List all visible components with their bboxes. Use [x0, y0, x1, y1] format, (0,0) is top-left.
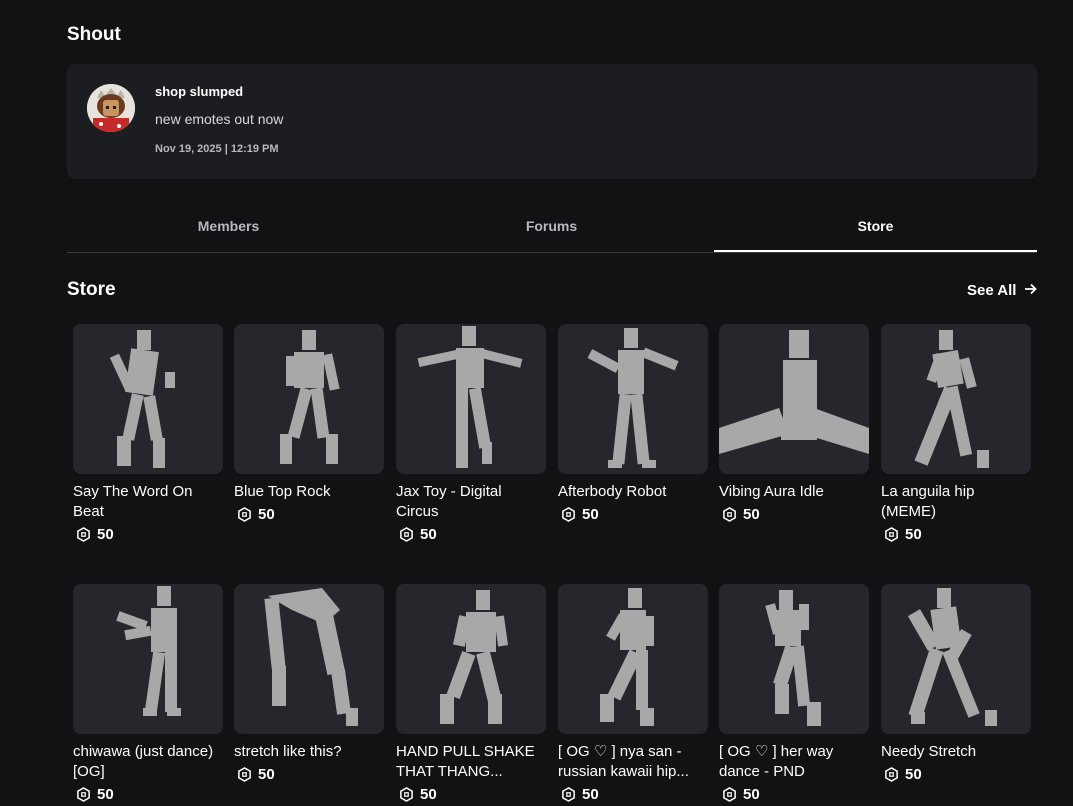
emote-thumbnail[interactable]	[558, 324, 708, 474]
arrow-right-icon	[1024, 282, 1037, 299]
emote-figure-icon	[280, 330, 340, 464]
store-item[interactable]: Vibing Aura Idle 50	[719, 324, 869, 523]
avatar-icon	[87, 84, 135, 132]
shout-username[interactable]: shop slumped	[155, 84, 243, 99]
item-price: 50	[881, 526, 1031, 543]
item-price-value: 50	[582, 506, 599, 523]
item-name[interactable]: Blue Top Rock	[234, 482, 384, 502]
emote-thumbnail[interactable]	[73, 584, 223, 734]
item-price-value: 50	[97, 786, 114, 803]
robux-icon	[722, 507, 737, 522]
item-price: 50	[234, 506, 384, 523]
robux-icon	[561, 507, 576, 522]
item-price-value: 50	[743, 506, 760, 523]
tab-members[interactable]: Members	[67, 208, 390, 252]
store-item[interactable]: Say The Word On Beat 50	[73, 324, 223, 543]
item-name[interactable]: Say The Word On Beat	[73, 482, 223, 522]
store-item[interactable]: Afterbody Robot 50	[558, 324, 708, 523]
robux-icon	[722, 787, 737, 802]
store-item[interactable]: [ OG ♡ ] her way dance - PND 50	[719, 584, 869, 803]
emote-thumbnail[interactable]	[73, 324, 223, 474]
robux-icon	[884, 527, 899, 542]
item-name[interactable]: Jax Toy - Digital Circus	[396, 482, 546, 522]
item-price: 50	[73, 786, 223, 803]
item-price: 50	[73, 526, 223, 543]
emote-thumbnail[interactable]	[881, 584, 1031, 734]
tab-store[interactable]: Store	[714, 208, 1037, 252]
emote-figure-icon	[719, 330, 869, 454]
item-name[interactable]: La anguila hip (MEME)	[881, 482, 1031, 522]
item-price: 50	[719, 506, 869, 523]
robux-icon	[561, 787, 576, 802]
emote-figure-icon	[109, 330, 175, 468]
emote-figure-icon	[765, 590, 821, 726]
item-price-value: 50	[258, 506, 275, 523]
shout-message: new emotes out now	[155, 111, 284, 127]
store-item[interactable]: Jax Toy - Digital Circus 50	[396, 324, 546, 543]
item-name[interactable]: HAND PULL SHAKE THAT THANG...	[396, 742, 546, 782]
group-tabs: Members Forums Store	[67, 208, 1037, 253]
emote-thumbnail[interactable]	[396, 584, 546, 734]
item-name[interactable]: chiwawa (just dance) [OG]	[73, 742, 223, 782]
item-price-value: 50	[97, 526, 114, 543]
shout-card: shop slumped new emotes out now Nov 19, …	[67, 64, 1037, 179]
store-item[interactable]: HAND PULL SHAKE THAT THANG... 50	[396, 584, 546, 803]
robux-icon	[399, 527, 414, 542]
item-price-value: 50	[420, 786, 437, 803]
see-all-link[interactable]: See All	[967, 282, 1037, 299]
store-item[interactable]: stretch like this? 50	[234, 584, 384, 783]
emote-thumbnail[interactable]	[558, 584, 708, 734]
robux-icon	[399, 787, 414, 802]
item-price: 50	[558, 786, 708, 803]
item-name[interactable]: Needy Stretch	[881, 742, 1031, 762]
robux-icon	[76, 527, 91, 542]
tab-forums[interactable]: Forums	[390, 208, 713, 252]
item-price: 50	[558, 506, 708, 523]
emote-thumbnail[interactable]	[719, 324, 869, 474]
item-price: 50	[881, 766, 1031, 783]
item-name[interactable]: Vibing Aura Idle	[719, 482, 869, 502]
item-price: 50	[719, 786, 869, 803]
robux-icon	[237, 507, 252, 522]
item-price: 50	[234, 766, 384, 783]
emote-thumbnail[interactable]	[881, 324, 1031, 474]
robux-icon	[884, 767, 899, 782]
emote-figure-icon	[417, 326, 523, 468]
emote-thumbnail[interactable]	[234, 584, 384, 734]
emote-figure-icon	[264, 588, 358, 726]
item-price-value: 50	[258, 766, 275, 783]
item-price-value: 50	[905, 526, 922, 543]
store-item[interactable]: [ OG ♡ ] nya san - russian kawaii hip...…	[558, 584, 708, 803]
emote-figure-icon	[116, 586, 181, 716]
robux-icon	[237, 767, 252, 782]
see-all-label: See All	[967, 282, 1017, 299]
store-item[interactable]: chiwawa (just dance) [OG] 50	[73, 584, 223, 803]
emote-thumbnail[interactable]	[234, 324, 384, 474]
item-name[interactable]: Afterbody Robot	[558, 482, 708, 502]
store-heading: Store	[67, 279, 116, 300]
store-item[interactable]: La anguila hip (MEME) 50	[881, 324, 1031, 543]
emote-figure-icon	[440, 590, 509, 724]
item-price-value: 50	[905, 766, 922, 783]
emote-figure-icon	[914, 330, 989, 468]
shout-heading: Shout	[67, 24, 121, 45]
emote-thumbnail[interactable]	[719, 584, 869, 734]
emote-figure-icon	[907, 588, 997, 726]
item-price-value: 50	[743, 786, 760, 803]
avatar[interactable]	[87, 84, 135, 132]
item-name[interactable]: [ OG ♡ ] her way dance - PND	[719, 742, 869, 782]
store-item[interactable]: Blue Top Rock 50	[234, 324, 384, 523]
emote-figure-icon	[600, 588, 654, 726]
robux-icon	[76, 787, 91, 802]
item-price-value: 50	[582, 786, 599, 803]
emote-thumbnail[interactable]	[396, 324, 546, 474]
item-name[interactable]: stretch like this?	[234, 742, 384, 762]
item-price: 50	[396, 786, 546, 803]
store-item[interactable]: Needy Stretch 50	[881, 584, 1031, 783]
item-price: 50	[396, 526, 546, 543]
emote-figure-icon	[587, 328, 679, 468]
item-price-value: 50	[420, 526, 437, 543]
shout-timestamp: Nov 19, 2025 | 12:19 PM	[155, 143, 279, 155]
item-name[interactable]: [ OG ♡ ] nya san - russian kawaii hip...	[558, 742, 708, 782]
